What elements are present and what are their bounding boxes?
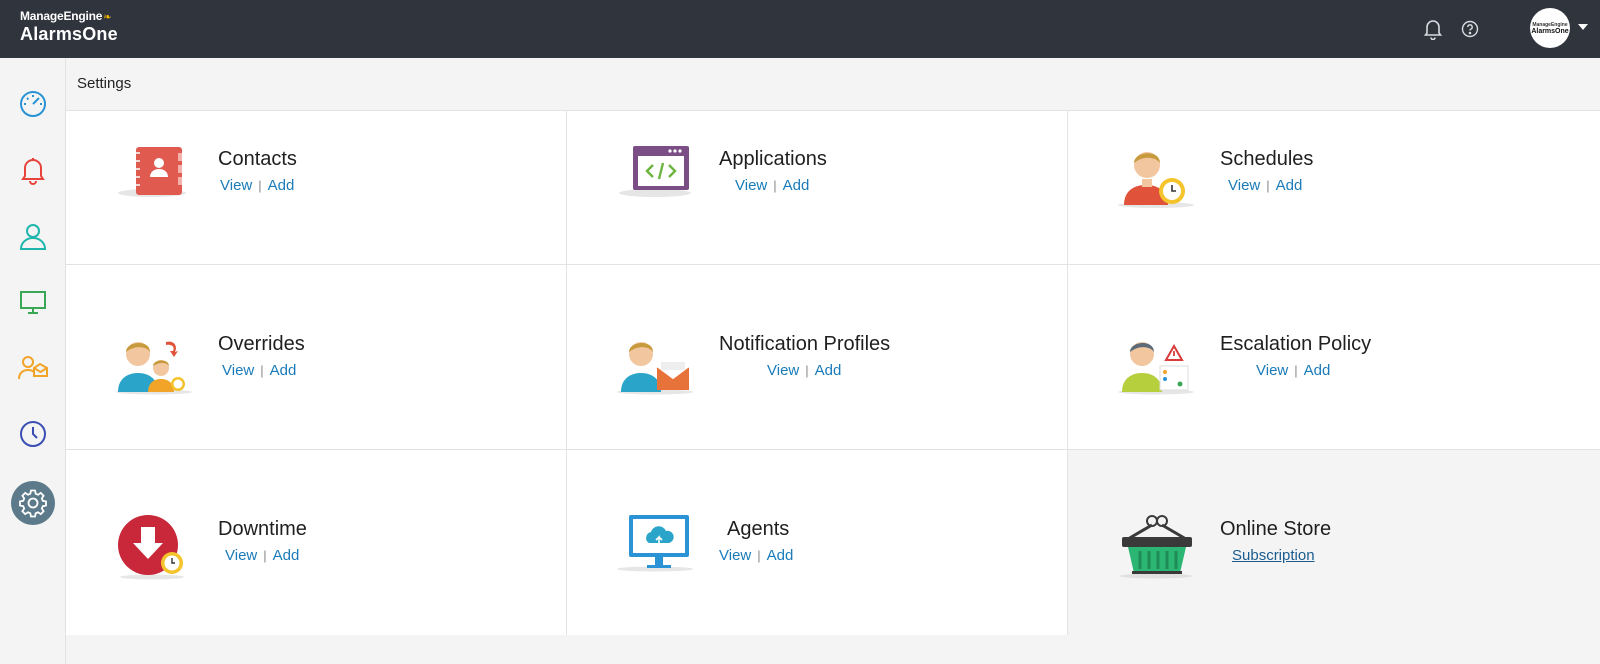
add-link[interactable]: Add bbox=[1276, 177, 1303, 194]
add-link[interactable]: Add bbox=[273, 547, 300, 564]
link-separator: | bbox=[258, 178, 262, 193]
add-link[interactable]: Add bbox=[767, 547, 794, 564]
card-links: View | Add bbox=[735, 177, 809, 194]
link-separator: | bbox=[1294, 363, 1298, 378]
card-overrides: Overrides View | Add bbox=[66, 265, 567, 450]
card-schedules: Schedules View | Add bbox=[1068, 111, 1600, 265]
link-separator: | bbox=[263, 548, 267, 563]
add-link[interactable]: Add bbox=[1304, 362, 1331, 379]
brand-company: ManageEngine bbox=[20, 9, 103, 23]
sidebar-item-settings[interactable] bbox=[11, 481, 55, 525]
clock-icon bbox=[20, 421, 46, 447]
sidebar bbox=[0, 58, 66, 664]
sidebar-item-schedules[interactable] bbox=[11, 412, 55, 456]
card-title: Online Store bbox=[1220, 518, 1332, 540]
user-icon bbox=[19, 224, 47, 250]
view-link[interactable]: View bbox=[222, 362, 254, 379]
user-mail-icon bbox=[18, 356, 48, 380]
card-online-store: Online Store Subscription bbox=[1068, 450, 1600, 635]
downtime-icon bbox=[114, 513, 194, 583]
view-link[interactable]: View bbox=[735, 177, 767, 194]
page-title: Settings bbox=[77, 75, 132, 92]
card-title: Schedules bbox=[1220, 148, 1314, 170]
top-bar: ManageEngine❧ AlarmsOne ManageEngine Ala… bbox=[0, 0, 1600, 58]
card-title: Notification Profiles bbox=[719, 333, 891, 355]
agent-monitor-icon bbox=[615, 513, 695, 583]
bell-icon bbox=[21, 158, 45, 185]
card-links: View | Add bbox=[220, 177, 294, 194]
link-separator: | bbox=[757, 548, 761, 563]
view-link[interactable]: View bbox=[1256, 362, 1288, 379]
notifications-bell-icon[interactable] bbox=[1421, 17, 1445, 41]
user-escalation-icon bbox=[1116, 328, 1196, 398]
user-override-icon bbox=[114, 328, 194, 398]
view-link[interactable]: View bbox=[225, 547, 257, 564]
link-separator: | bbox=[260, 363, 264, 378]
basket-icon bbox=[1116, 513, 1196, 583]
settings-grid: Contacts View | Add Applications View | Add bbox=[66, 110, 1600, 635]
gear-icon bbox=[19, 489, 47, 518]
subscription-link[interactable]: Subscription bbox=[1232, 547, 1315, 564]
view-link[interactable]: View bbox=[1228, 177, 1260, 194]
sidebar-item-dashboard[interactable] bbox=[11, 82, 55, 126]
card-escalation-policy: Escalation Policy View | Add bbox=[1068, 265, 1600, 450]
card-agents: Agents View | Add bbox=[567, 450, 1068, 635]
contact-book-icon bbox=[114, 143, 194, 213]
user-notification-icon bbox=[615, 328, 695, 398]
sidebar-item-alarms[interactable] bbox=[11, 148, 55, 192]
card-contacts: Contacts View | Add bbox=[66, 111, 567, 265]
account-dropdown-icon[interactable] bbox=[1578, 24, 1588, 30]
card-notification-profiles: Notification Profiles View | Add bbox=[567, 265, 1068, 450]
sidebar-item-contacts[interactable] bbox=[11, 214, 55, 258]
speedometer-icon bbox=[20, 91, 46, 117]
card-downtime: Downtime View | Add bbox=[66, 450, 567, 635]
leaf-icon: ❧ bbox=[103, 12, 112, 23]
add-link[interactable]: Add bbox=[815, 362, 842, 379]
sidebar-item-on-call[interactable] bbox=[11, 346, 55, 390]
card-title: Downtime bbox=[218, 518, 307, 540]
card-links: Subscription bbox=[1232, 547, 1315, 564]
add-link[interactable]: Add bbox=[270, 362, 297, 379]
card-title: Overrides bbox=[218, 333, 305, 355]
user-schedule-icon bbox=[1116, 143, 1196, 213]
brand-logo[interactable]: ManageEngine❧ AlarmsOne bbox=[20, 9, 118, 45]
link-separator: | bbox=[1266, 178, 1270, 193]
card-title: Contacts bbox=[218, 148, 297, 170]
code-window-icon bbox=[615, 143, 695, 213]
card-links: View | Add bbox=[767, 362, 841, 379]
card-links: View | Add bbox=[1256, 362, 1330, 379]
view-link[interactable]: View bbox=[719, 547, 751, 564]
card-title: Escalation Policy bbox=[1220, 333, 1372, 355]
help-icon[interactable] bbox=[1458, 17, 1482, 41]
avatar[interactable]: ManageEngine AlarmsOne bbox=[1530, 8, 1570, 48]
card-title: Agents bbox=[727, 518, 790, 540]
monitor-icon bbox=[20, 291, 46, 314]
view-link[interactable]: View bbox=[220, 177, 252, 194]
card-title: Applications bbox=[719, 148, 827, 170]
card-links: View | Add bbox=[225, 547, 299, 564]
sidebar-item-monitors[interactable] bbox=[11, 280, 55, 324]
card-links: View | Add bbox=[1228, 177, 1302, 194]
avatar-line2: AlarmsOne bbox=[1531, 27, 1569, 35]
card-applications: Applications View | Add bbox=[567, 111, 1068, 265]
card-links: View | Add bbox=[222, 362, 296, 379]
card-links: View | Add bbox=[719, 547, 793, 564]
link-separator: | bbox=[773, 178, 777, 193]
link-separator: | bbox=[805, 363, 809, 378]
add-link[interactable]: Add bbox=[783, 177, 810, 194]
view-link[interactable]: View bbox=[767, 362, 799, 379]
add-link[interactable]: Add bbox=[268, 177, 295, 194]
brand-product: AlarmsOne bbox=[20, 24, 118, 44]
